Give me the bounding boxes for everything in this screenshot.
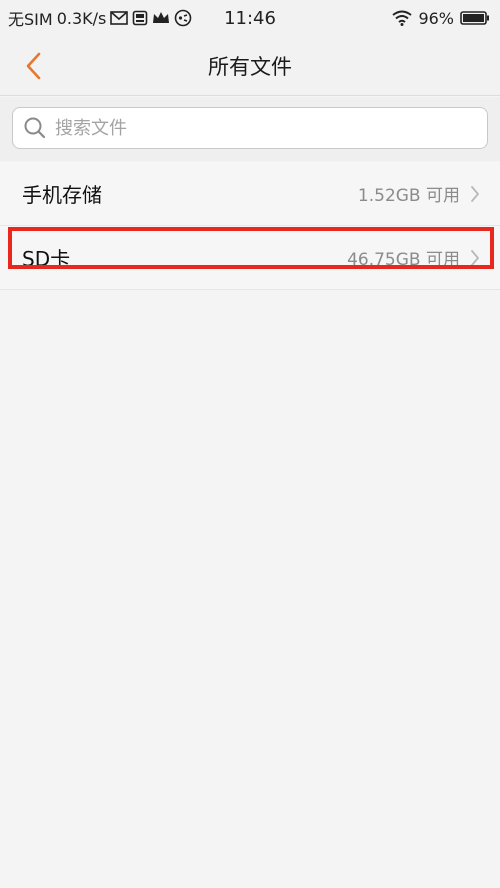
chevron-left-icon [26,52,41,80]
page-title: 所有文件 [208,54,292,79]
storage-item-label: SD卡 [22,247,71,271]
battery-icon [460,11,490,25]
app-notification-icon [132,10,148,26]
crown-icon [152,11,170,25]
storage-item-phone[interactable]: 手机存储 1.52GB 可用 [0,162,500,226]
storage-available: 1.52GB 可用 [357,186,460,206]
storage-item-meta: 1.52GB 可用 [358,181,480,206]
status-bar: 无SIM 0.3K/s 11:46 96% [0,0,500,36]
storage-item-label: 手机存储 [22,183,102,207]
status-bar-left: 无SIM 0.3K/s [8,6,192,30]
game-icon [174,9,192,27]
mail-icon [110,11,129,25]
chevron-right-icon [470,185,480,203]
back-button[interactable] [14,46,54,86]
app-header: 所有文件 [0,36,500,96]
status-bar-right: 96% [392,9,490,28]
net-speed-label: 0.3K/s [56,8,107,28]
battery-percent: 96% [418,8,454,28]
wifi-icon [392,10,413,26]
chevron-right-icon [470,249,480,267]
storage-available: 46.75GB 可用 [347,250,460,270]
storage-item-meta: 46.75GB 可用 [347,245,480,270]
carrier-label: 无SIM [8,10,53,29]
storage-list: 手机存储 1.52GB 可用 SD卡 46.75GB 可用 [0,162,500,290]
search-bar [0,97,500,161]
storage-item-sdcard[interactable]: SD卡 46.75GB 可用 [0,226,500,290]
search-box[interactable] [12,107,488,149]
search-icon [24,117,46,139]
search-input[interactable] [55,117,487,139]
